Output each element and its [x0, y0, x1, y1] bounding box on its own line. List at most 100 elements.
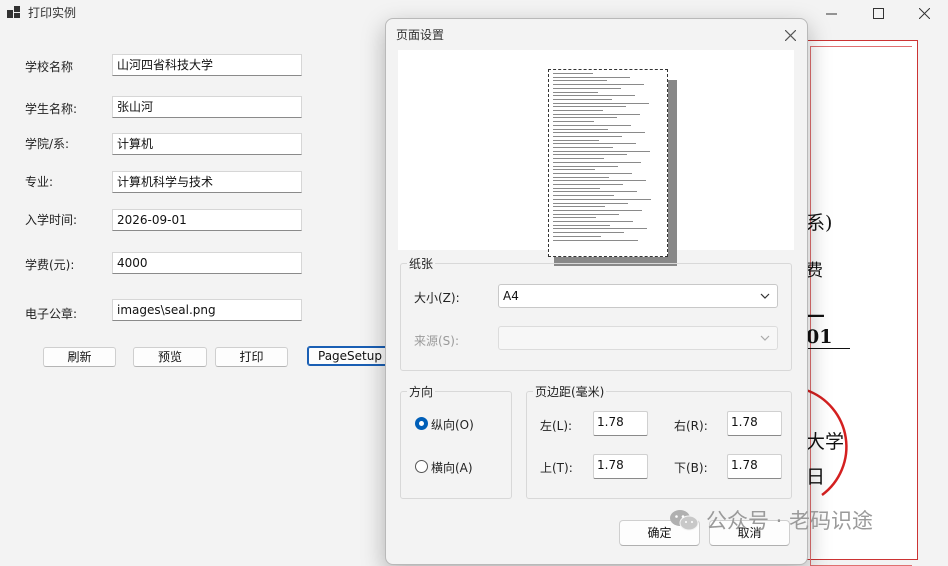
paper-source-select[interactable] [498, 326, 778, 350]
sample-text-line [553, 176, 609, 178]
sample-text-line [553, 187, 600, 189]
sample-text-line [553, 158, 604, 160]
sample-text-line [553, 165, 618, 167]
preview-date-fragment: —01 [806, 304, 850, 349]
sample-text-line [553, 106, 626, 108]
sample-text-line [553, 180, 646, 182]
margin-right-label: 右(R): [674, 419, 708, 433]
sample-text-line [553, 228, 647, 230]
sample-text-line [553, 213, 619, 215]
preview-text-fragment: 系) [806, 212, 833, 234]
sample-text-line [553, 206, 605, 208]
page-setup-dialog: 页面设置 纸张 大小(Z): A4 来源(S): 方向 纵向(O) 横向(A) … [385, 18, 808, 565]
chevron-down-icon [760, 335, 770, 341]
margin-right-input[interactable]: 1.78 [727, 411, 782, 436]
seal-path-input[interactable]: images\seal.png [112, 299, 302, 321]
sample-text-line [553, 239, 638, 241]
sample-text-line [553, 217, 596, 219]
page-setup-button[interactable]: PageSetup [307, 346, 393, 366]
margin-left-label: 左(L): [540, 419, 573, 433]
sample-text-line [553, 102, 649, 104]
preview-text-fragment: 费 [806, 261, 823, 281]
sample-text-line [553, 113, 640, 115]
sample-text-line [553, 143, 636, 145]
sample-text-line [553, 87, 621, 89]
sample-text-line [553, 95, 635, 97]
sample-text-line [553, 139, 599, 141]
watermark: 公众号 · 老码识途 [668, 505, 873, 535]
wechat-icon [670, 510, 699, 531]
school-name-label: 学校名称 [25, 60, 74, 74]
sample-text-line [553, 110, 603, 111]
paper-source-label: 来源(S): [414, 334, 460, 348]
sample-text-line [553, 121, 594, 123]
sample-text-line [553, 80, 607, 82]
refresh-button[interactable]: 刷新 [43, 347, 116, 367]
watermark-text: 公众号 · 老码识途 [706, 509, 874, 533]
sample-text-line [553, 128, 608, 130]
sample-page [548, 69, 668, 257]
margins-group-title: 页边距(毫米) [535, 385, 605, 399]
portrait-radio[interactable] [415, 417, 428, 430]
sample-text-line [553, 132, 645, 134]
paper-size-value: A4 [503, 289, 519, 303]
dialog-title: 页面设置 [396, 28, 445, 42]
sample-text-line [553, 124, 631, 126]
preview-text-fragment: 日 [806, 466, 826, 488]
sample-text-line [553, 73, 593, 74]
landscape-radio[interactable] [415, 460, 428, 473]
student-name-input[interactable]: 张山河 [112, 96, 302, 118]
preview-text-fragment: 大学 [806, 431, 845, 453]
close-icon [784, 29, 796, 41]
maximize-button[interactable] [855, 0, 901, 26]
margin-left-input[interactable]: 1.78 [593, 411, 648, 436]
sample-text-line [553, 169, 595, 171]
paper-size-label: 大小(Z): [414, 291, 460, 305]
sample-text-line [553, 117, 617, 119]
close-icon [918, 7, 930, 19]
landscape-label[interactable]: 横向(A) [431, 459, 473, 476]
sample-text-line [553, 235, 601, 237]
enroll-date-input[interactable]: 2026-09-01 [112, 209, 302, 231]
enroll-date-label: 入学时间: [25, 213, 78, 227]
tuition-input[interactable]: 4000 [112, 252, 302, 274]
orientation-group-title: 方向 [409, 385, 434, 399]
minimize-button[interactable] [808, 0, 854, 26]
orientation-group: 方向 [400, 383, 512, 499]
sample-text-line [553, 172, 632, 174]
minimize-icon [825, 13, 837, 14]
sample-text-line [553, 135, 622, 137]
page-sample-preview [398, 50, 794, 266]
sample-text-line [553, 76, 630, 78]
sample-text-line [553, 209, 642, 211]
window-close-button[interactable] [901, 0, 947, 26]
seal-path-label: 电子公章: [25, 307, 78, 321]
paper-group: 纸张 [400, 255, 792, 371]
margin-top-label: 上(T): [540, 461, 573, 475]
major-input[interactable]: 计算机科学与技术 [112, 171, 302, 193]
tuition-label: 学费(元): [25, 258, 75, 272]
paper-size-select[interactable]: A4 [498, 284, 778, 308]
major-label: 专业: [25, 175, 54, 189]
app-icon [7, 6, 20, 18]
sample-text-line [553, 232, 624, 234]
sample-text-line [553, 154, 627, 156]
margin-top-input[interactable]: 1.78 [593, 454, 648, 479]
school-name-input[interactable]: 山河四省科技大学 [112, 54, 302, 76]
sample-text-line [553, 191, 637, 193]
sample-text-line [553, 91, 598, 93]
print-button[interactable]: 打印 [215, 347, 288, 367]
college-input[interactable]: 计算机 [112, 133, 302, 155]
window-title: 打印实例 [28, 6, 77, 20]
sample-text-line [553, 195, 614, 197]
student-name-label: 学生名称: [25, 102, 78, 116]
college-label: 学院/系: [25, 137, 70, 151]
margin-bottom-input[interactable]: 1.78 [727, 454, 782, 479]
dialog-close-button[interactable] [778, 23, 802, 47]
maximize-icon [872, 7, 884, 19]
sample-text-line [553, 184, 623, 185]
sample-text-line [553, 98, 612, 100]
preview-button[interactable]: 预览 [133, 347, 207, 367]
portrait-label[interactable]: 纵向(O) [431, 416, 474, 433]
margins-group: 页边距(毫米) [526, 383, 792, 499]
